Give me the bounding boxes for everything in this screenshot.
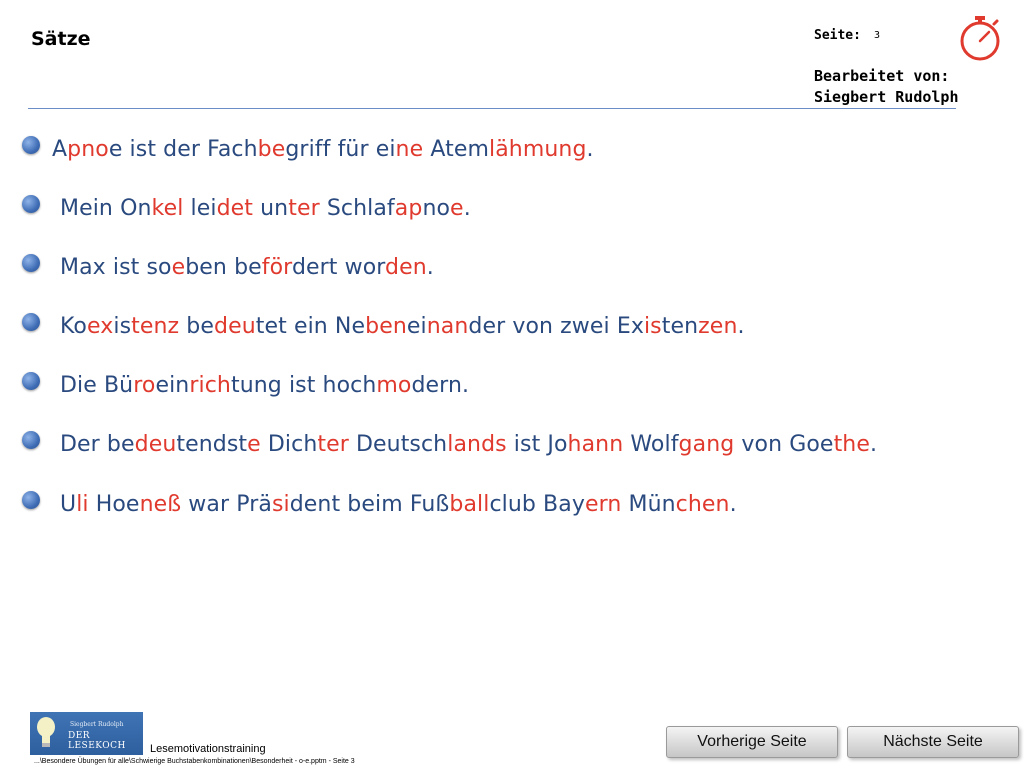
- edited-by-name: Siegbert Rudolph: [814, 88, 959, 106]
- sentence-row: Uli Hoeneß war Präsident beim Fußballclu…: [22, 489, 737, 519]
- header-divider: [28, 108, 956, 109]
- bullet-icon: [22, 431, 40, 449]
- bullet-icon: [22, 313, 40, 331]
- edited-by-label: Bearbeitet von:: [814, 67, 950, 85]
- page-label: Seite:: [814, 28, 861, 43]
- bullet-icon: [22, 254, 40, 272]
- leesekoch-logo: Siegbert Rudolph DER LESEKOCH: [30, 712, 143, 755]
- edited-by: Bearbeitet von: Siegbert Rudolph: [814, 66, 959, 108]
- bullet-icon: [22, 372, 40, 390]
- sentence-row: Koexistenz bedeutet ein Nebeneinander vo…: [22, 311, 745, 341]
- page-title: Sätze: [31, 28, 91, 50]
- sentence-text: Koexistenz bedeutet ein Nebeneinander vo…: [60, 313, 745, 339]
- next-page-button[interactable]: Nächste Seite: [847, 726, 1019, 758]
- sentence-row: Mein Onkel leidet unter Schlafapnoe.: [22, 193, 471, 223]
- sentence-text: Mein Onkel leidet unter Schlafapnoe.: [60, 195, 471, 221]
- sentence-row: Max ist soeben befördert worden.: [22, 252, 434, 282]
- sentence-text: Max ist soeben befördert worden.: [60, 254, 434, 280]
- sentence-text: Uli Hoeneß war Präsident beim Fußballclu…: [60, 491, 737, 517]
- sentence-row: Apnoe ist der Fachbegriff für eine Ateml…: [22, 134, 594, 164]
- sentence-text: Der bedeutendste Dichter Deutschlands is…: [60, 431, 878, 457]
- sentence-text: Apnoe ist der Fachbegriff für eine Ateml…: [52, 136, 594, 162]
- sentence-text: Die Büroeinrichtung ist hochmodern.: [60, 372, 470, 398]
- stopwatch-icon[interactable]: [957, 14, 1003, 62]
- previous-page-button[interactable]: Vorherige Seite: [666, 726, 838, 758]
- bullet-icon: [22, 195, 40, 213]
- sentence-row: Die Büroeinrichtung ist hochmodern.: [22, 370, 469, 400]
- logo-author: Siegbert Rudolph: [70, 721, 124, 728]
- bullet-icon: [22, 136, 40, 154]
- footer-file-path: ...\Besondere Übungen für alle\Schwierig…: [34, 758, 355, 765]
- bullet-icon: [22, 491, 40, 509]
- footer-title: Lesemotivationstraining: [150, 743, 266, 755]
- lightbulb-icon: [37, 717, 55, 747]
- page-number: 3: [874, 30, 881, 41]
- sentence-row: Der bedeutendste Dichter Deutschlands is…: [22, 429, 877, 459]
- logo-brand: DER LESEKOCH: [68, 731, 126, 751]
